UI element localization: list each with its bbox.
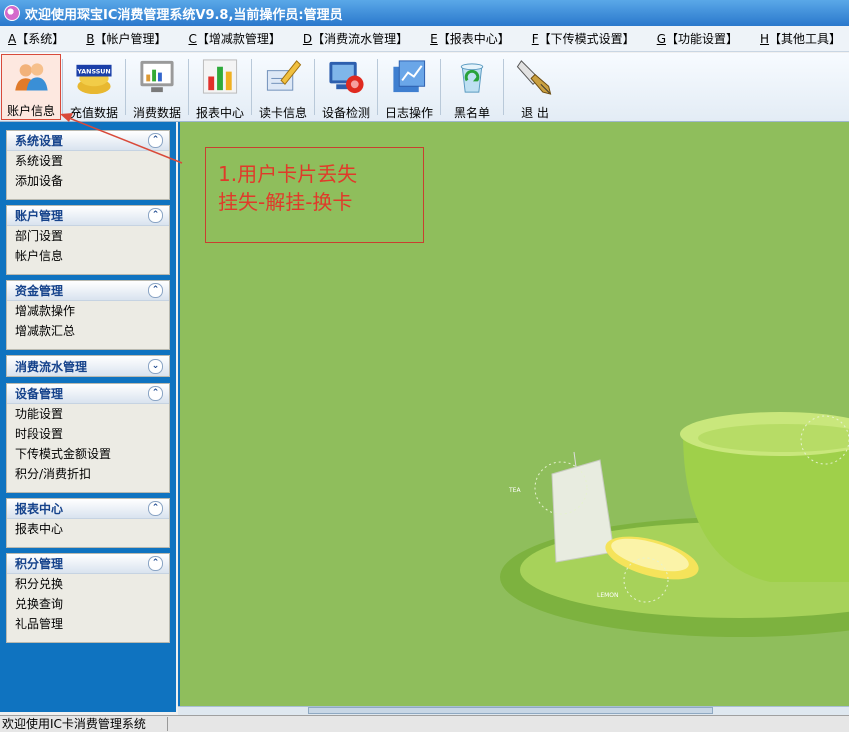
bar-chart-icon (202, 59, 238, 94)
tea-label: TEA (508, 487, 521, 494)
sidebar-item-time-settings[interactable]: 时段设置 (7, 424, 169, 444)
sidebar-item-gift-management[interactable]: 礼品管理 (7, 614, 169, 634)
status-text: 欢迎使用IC卡消费管理系统 (0, 717, 168, 731)
sidebar-item-system-settings[interactable]: 系统设置 (7, 151, 169, 171)
sidebar-item-account-info[interactable]: 帐户信息 (7, 246, 169, 266)
report-center-button[interactable]: 报表中心 (189, 53, 251, 121)
log-operation-button[interactable]: 日志操作 (378, 53, 440, 121)
sidebar-group-account: 账户管理 ⌃ 部门设置 帐户信息 (6, 205, 170, 275)
menu-function-settings[interactable]: G【功能设置】 (657, 30, 738, 47)
chevron-up-icon[interactable]: ⌃ (148, 501, 163, 516)
sidebar-group-header[interactable]: 报表中心 ⌃ (7, 499, 169, 519)
sidebar-group-reports: 报表中心 ⌃ 报表中心 (6, 498, 170, 548)
sidebar-item-points-discount[interactable]: 积分/消费折扣 (7, 464, 169, 484)
pen-card-icon (266, 60, 302, 91)
sidebar-item-department-settings[interactable]: 部门设置 (7, 226, 169, 246)
recycle-icon (460, 63, 484, 93)
menu-download-mode[interactable]: F【下传模式设置】 (532, 30, 635, 47)
menu-other-tools[interactable]: H【其他工具】 (760, 30, 841, 47)
read-card-button[interactable]: 读卡信息 (252, 53, 314, 121)
device-check-button[interactable]: 设备检测 (315, 53, 377, 121)
consumption-data-button[interactable]: 消费数据 (126, 53, 188, 121)
brand-badge: YANSSUN (76, 69, 110, 76)
sidebar-item-download-amount[interactable]: 下传模式金额设置 (7, 444, 169, 464)
menu-consumption-records[interactable]: D【消费流水管理】 (303, 30, 408, 47)
sidebar-group-header[interactable]: 资金管理 ⌃ (7, 281, 169, 301)
chevron-up-icon[interactable]: ⌃ (148, 208, 163, 223)
app-icon (4, 5, 20, 21)
sidebar-item-balance-adjust[interactable]: 增减款操作 (7, 301, 169, 321)
chevron-up-icon[interactable]: ⌃ (148, 556, 163, 571)
pen-nib-icon (516, 60, 552, 95)
sidebar-group-funds: 资金管理 ⌃ 增减款操作 增减款汇总 (6, 280, 170, 350)
account-info-button[interactable]: 账户信息 (1, 54, 61, 120)
main-content: TEA LEMON 1.用户卡片丢失 挂失-解挂-换卡 (178, 122, 849, 706)
sidebar-item-points-exchange[interactable]: 积分兑换 (7, 574, 169, 594)
log-graph-icon (393, 60, 426, 93)
sidebar-group-system: 系统设置 ⌃ 系统设置 添加设备 (6, 130, 170, 200)
sidebar-item-report-center[interactable]: 报表中心 (7, 519, 169, 539)
users-icon (15, 63, 48, 91)
menu-bar: A【系统】 B【帐户管理】 C【增减款管理】 D【消费流水管理】 E【报表中心】… (0, 26, 849, 52)
chevron-up-icon[interactable]: ⌃ (148, 133, 163, 148)
annotation-line-2: 挂失-解挂-换卡 (218, 190, 353, 214)
menu-account[interactable]: B【帐户管理】 (86, 30, 166, 47)
horizontal-scrollbar[interactable] (178, 706, 849, 715)
scrollbar-thumb[interactable] (308, 707, 713, 714)
blacklist-button[interactable]: 黑名单 (441, 53, 503, 121)
sidebar-group-devices: 设备管理 ⌃ 功能设置 时段设置 下传模式金额设置 积分/消费折扣 (6, 383, 170, 493)
sidebar-item-function-settings[interactable]: 功能设置 (7, 404, 169, 424)
sidebar-group-header[interactable]: 设备管理 ⌃ (7, 384, 169, 404)
sidebar: 系统设置 ⌃ 系统设置 添加设备 账户管理 ⌃ 部门设置 帐户信息 资金管理 ⌃ 增减… (0, 122, 176, 712)
menu-system[interactable]: A【系统】 (8, 30, 64, 47)
sidebar-item-exchange-query[interactable]: 兑换查询 (7, 594, 169, 614)
monitor-icon (140, 60, 174, 93)
chevron-down-icon[interactable]: ⌄ (148, 358, 163, 374)
lemon-label: LEMON (597, 592, 619, 599)
menu-balance-adjust[interactable]: C【增减款管理】 (188, 30, 280, 47)
gold-coins-icon: YANSSUN (76, 64, 112, 95)
sidebar-item-add-device[interactable]: 添加设备 (7, 171, 169, 191)
exit-button[interactable]: 退 出 (504, 53, 566, 121)
device-check-icon (329, 61, 364, 94)
chevron-up-icon[interactable]: ⌃ (148, 283, 163, 298)
recharge-data-button[interactable]: YANSSUN 充值数据 (63, 53, 125, 121)
annotation-callout: 1.用户卡片丢失 挂失-解挂-换卡 (205, 147, 424, 243)
status-bar: 欢迎使用IC卡消费管理系统 (0, 715, 849, 732)
sidebar-group-header[interactable]: 消费流水管理 ⌄ (7, 356, 169, 376)
sidebar-group-points: 积分管理 ⌃ 积分兑换 兑换查询 礼品管理 (6, 553, 170, 643)
title-bar: 欢迎使用琛宝IC消费管理系统V9.8,当前操作员:管理员 (0, 0, 849, 26)
sidebar-group-header[interactable]: 积分管理 ⌃ (7, 554, 169, 574)
sidebar-group-header[interactable]: 账户管理 ⌃ (7, 206, 169, 226)
chevron-up-icon[interactable]: ⌃ (148, 386, 163, 401)
menu-reports[interactable]: E【报表中心】 (430, 30, 510, 47)
sidebar-group-consumption-records: 消费流水管理 ⌄ (6, 355, 170, 377)
window-title: 欢迎使用琛宝IC消费管理系统V9.8,当前操作员:管理员 (25, 7, 343, 23)
sidebar-item-balance-summary[interactable]: 增减款汇总 (7, 321, 169, 341)
annotation-line-1: 1.用户卡片丢失 (218, 162, 358, 186)
sidebar-group-header[interactable]: 系统设置 ⌃ (7, 131, 169, 151)
toolbar: 账户信息 YANSSUN 充值数据 消费数据 报表中心 读卡信息 设备检测 日志… (0, 53, 849, 122)
